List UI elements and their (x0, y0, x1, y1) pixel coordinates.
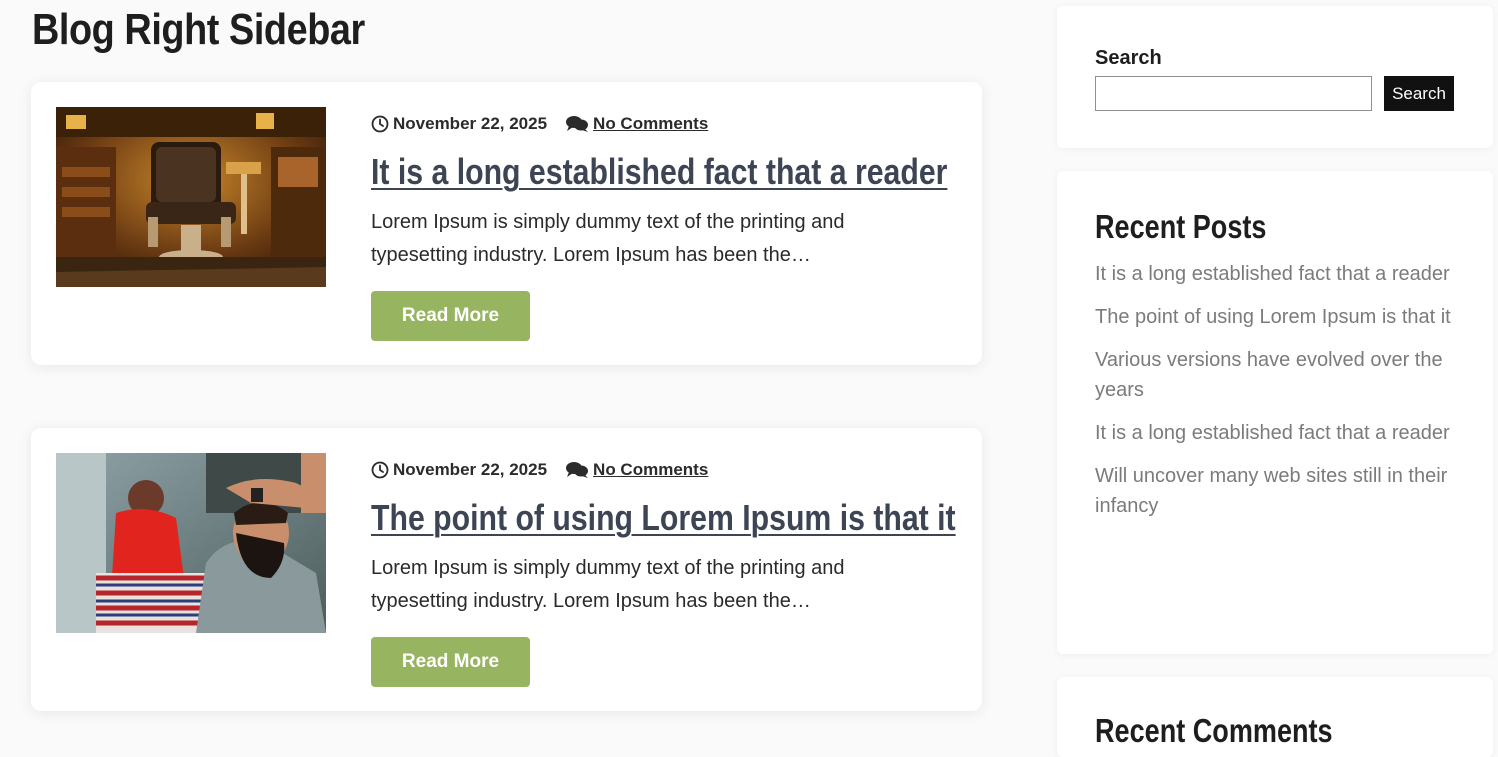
recent-posts-list: It is a long established fact that a rea… (1095, 259, 1455, 534)
post-meta: November 22, 2025 No Comments (371, 458, 708, 482)
recent-comments-title: Recent Comments (1095, 712, 1333, 749)
read-more-button[interactable]: Read More (371, 291, 530, 341)
comments-link[interactable]: No Comments (593, 460, 708, 480)
search-label: Search (1095, 47, 1162, 69)
clock-icon (371, 461, 389, 479)
barber-haircut-image (56, 453, 326, 633)
search-widget: Search Search (1057, 6, 1493, 148)
recent-post-link[interactable]: Will uncover many web sites still in the… (1095, 461, 1455, 521)
post-title-link[interactable]: It is a long established fact that a rea… (371, 148, 947, 196)
clock-icon (371, 115, 389, 133)
comments-icon (565, 461, 589, 479)
post-date: November 22, 2025 (393, 460, 548, 479)
post-title-link[interactable]: The point of using Lorem Ipsum is that i… (371, 494, 956, 542)
recent-posts-title: Recent Posts (1095, 208, 1267, 245)
post-card: November 22, 2025 No Comments It is a lo… (31, 82, 982, 365)
barber-chair-image (56, 107, 326, 287)
recent-post-link[interactable]: The point of using Lorem Ipsum is that i… (1095, 302, 1455, 332)
recent-post-link[interactable]: Various versions have evolved over the y… (1095, 345, 1455, 405)
post-excerpt: Lorem Ipsum is simply dummy text of the … (371, 557, 845, 612)
post-date: November 22, 2025 (393, 114, 548, 133)
post-thumbnail[interactable] (56, 107, 326, 287)
post-thumbnail[interactable] (56, 453, 326, 633)
recent-comments-widget: Recent Comments (1057, 677, 1493, 757)
search-button[interactable]: Search (1384, 76, 1454, 111)
post-meta: November 22, 2025 No Comments (371, 112, 708, 136)
recent-post-link[interactable]: It is a long established fact that a rea… (1095, 259, 1455, 289)
post-card: November 22, 2025 No Comments The point … (31, 428, 982, 711)
comments-link[interactable]: No Comments (593, 114, 708, 134)
post-excerpt: Lorem Ipsum is simply dummy text of the … (371, 211, 845, 266)
comments-icon (565, 115, 589, 133)
recent-post-link[interactable]: It is a long established fact that a rea… (1095, 418, 1455, 448)
search-input[interactable] (1095, 76, 1372, 111)
read-more-button[interactable]: Read More (371, 637, 530, 687)
page-title: Blog Right Sidebar (32, 5, 365, 54)
recent-posts-widget: Recent Posts It is a long established fa… (1057, 171, 1493, 654)
